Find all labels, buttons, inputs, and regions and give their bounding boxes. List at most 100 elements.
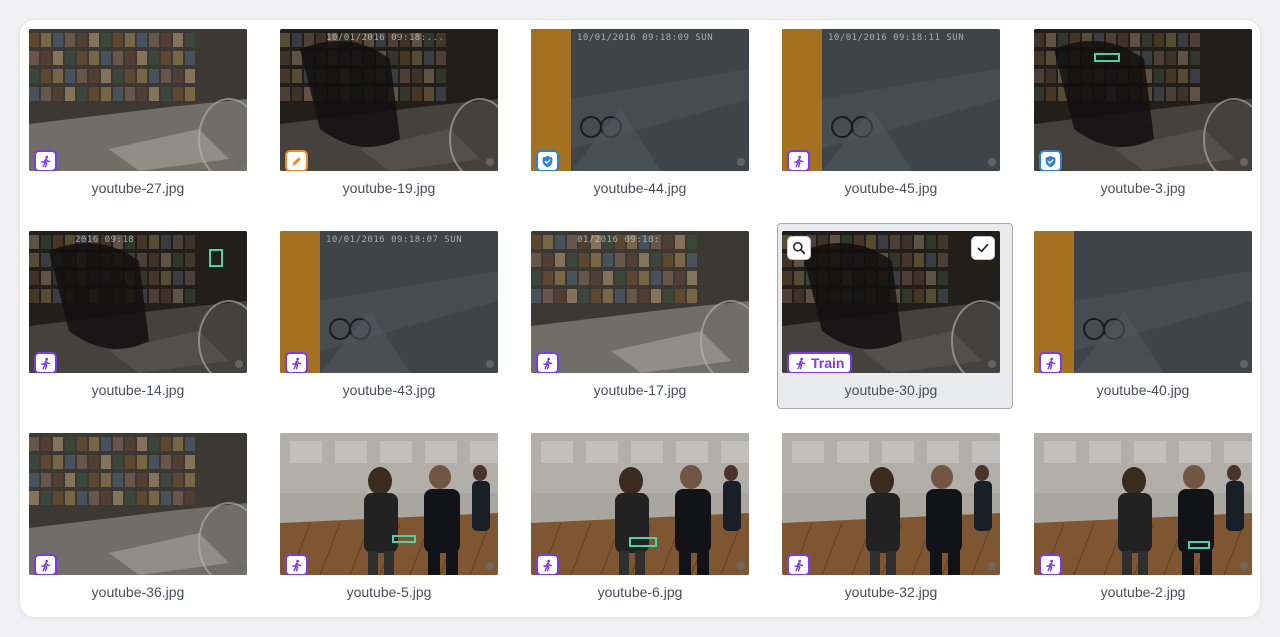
gallery-item[interactable]: Train youtube-30.jpg — [777, 223, 1013, 409]
gallery-item[interactable]: youtube-3.jpg — [1029, 21, 1260, 207]
gallery-item[interactable]: youtube-32.jpg — [777, 425, 1013, 611]
thumbnail-image[interactable] — [280, 433, 498, 575]
person-badge[interactable]: Train — [787, 352, 853, 373]
thumbnail-image[interactable]: 10/01/2016 09:18:... — [280, 29, 498, 171]
thumbnail-scene — [782, 433, 1000, 575]
annotation-bbox — [629, 537, 657, 547]
thumbnail-scene — [531, 29, 749, 171]
thumbnail-image[interactable] — [782, 433, 1000, 575]
gallery-item[interactable]: youtube-6.jpg — [526, 425, 762, 611]
camera-watermark-icon — [486, 562, 494, 570]
camera-watermark-icon — [1240, 562, 1248, 570]
thumbnail-image[interactable]: 01/2016 09:18: — [531, 231, 749, 373]
running-person-icon — [792, 559, 805, 572]
thumbnail-scene — [29, 433, 247, 575]
gallery-item[interactable]: 01/2016 09:18: youtube-17.jpg — [526, 223, 762, 409]
thumbnail-image[interactable] — [1034, 433, 1252, 575]
file-name: youtube-32.jpg — [844, 584, 938, 600]
shield-badge[interactable] — [1039, 150, 1062, 171]
person-badge[interactable] — [536, 352, 559, 373]
thumbnail-scene — [29, 29, 247, 171]
gallery-item[interactable]: 10/01/2016 09:18:... youtube-19.jpg — [275, 21, 511, 207]
gallery-item[interactable]: youtube-5.jpg — [275, 425, 511, 611]
thumbnail-scene — [782, 29, 1000, 171]
camera-watermark-icon — [235, 360, 243, 368]
timestamp-overlay: 2016 09:18 — [75, 235, 135, 245]
checkmark-icon — [977, 244, 989, 253]
edit-badge[interactable] — [285, 150, 308, 171]
gallery-item[interactable]: youtube-27.jpg — [24, 21, 260, 207]
thumbnail-image[interactable]: 10/01/2016 09:18:09 SUN — [531, 29, 749, 171]
running-person-icon — [39, 357, 52, 370]
file-name: youtube-43.jpg — [342, 382, 436, 398]
thumbnail-image[interactable]: Train — [782, 231, 1000, 373]
person-badge[interactable] — [536, 554, 559, 575]
thumbnail-image[interactable] — [29, 29, 247, 171]
annotation-bbox — [209, 249, 223, 267]
file-name: youtube-45.jpg — [844, 180, 938, 196]
thumbnail-image[interactable]: 10/01/2016 09:18:07 SUN — [280, 231, 498, 373]
file-name: youtube-36.jpg — [91, 584, 185, 600]
thumbnail-image[interactable] — [1034, 29, 1252, 171]
thumbnail-scene — [1034, 231, 1252, 373]
camera-watermark-icon — [1240, 158, 1248, 166]
person-badge[interactable] — [1039, 352, 1062, 373]
camera-watermark-icon — [235, 562, 243, 570]
gallery-item[interactable]: 10/01/2016 09:18:09 SUN youtube-44.jpg — [526, 21, 762, 207]
gallery-item[interactable]: 10/01/2016 09:18:11 SUN youtube-45.jpg — [777, 21, 1013, 207]
person-badge[interactable] — [34, 554, 57, 575]
file-name: youtube-14.jpg — [91, 382, 185, 398]
file-name: youtube-5.jpg — [346, 584, 432, 600]
pencil-icon — [290, 155, 303, 168]
zoom-button[interactable] — [787, 236, 811, 260]
image-gallery: youtube-27.jpg 10/01/2016 09:18:... youtub… — [20, 20, 1260, 617]
thumbnail-image[interactable] — [1034, 231, 1252, 373]
gallery-item[interactable]: 2016 09:18 youtube-14.jpg — [24, 223, 260, 409]
annotation-bbox — [1094, 53, 1120, 62]
person-badge[interactable] — [1039, 554, 1062, 575]
person-badge[interactable] — [285, 554, 308, 575]
person-badge[interactable] — [34, 352, 57, 373]
shield-check-icon — [541, 155, 554, 168]
thumbnail-image[interactable]: 10/01/2016 09:18:11 SUN — [782, 29, 1000, 171]
camera-watermark-icon — [988, 158, 996, 166]
timestamp-overlay: 10/01/2016 09:18:07 SUN — [326, 235, 463, 245]
gallery-item[interactable]: youtube-2.jpg — [1029, 425, 1260, 611]
gallery-item[interactable]: 10/01/2016 09:18:07 SUN youtube-43.jpg — [275, 223, 511, 409]
thumbnail-image[interactable] — [29, 433, 247, 575]
magnifier-icon — [792, 241, 806, 255]
timestamp-overlay: 01/2016 09:18: — [577, 235, 660, 245]
thumbnail-image[interactable] — [531, 433, 749, 575]
person-badge[interactable] — [285, 352, 308, 373]
thumbnail-scene — [1034, 29, 1252, 171]
file-name: youtube-17.jpg — [593, 382, 687, 398]
annotation-bbox — [392, 535, 416, 543]
gallery-item[interactable]: youtube-36.jpg — [24, 425, 260, 611]
file-name: youtube-6.jpg — [597, 584, 683, 600]
select-checkbox[interactable] — [971, 236, 995, 260]
badge-label: Train — [811, 355, 845, 371]
file-name: youtube-30.jpg — [844, 382, 938, 398]
running-person-icon — [541, 357, 554, 370]
thumbnail-scene — [280, 231, 498, 373]
timestamp-overlay: 10/01/2016 09:18:11 SUN — [828, 33, 965, 43]
camera-watermark-icon — [235, 158, 243, 166]
file-name: youtube-40.jpg — [1096, 382, 1190, 398]
camera-watermark-icon — [486, 360, 494, 368]
person-badge[interactable] — [34, 150, 57, 171]
gallery-item[interactable]: youtube-40.jpg — [1029, 223, 1260, 409]
camera-watermark-icon — [988, 562, 996, 570]
timestamp-overlay: 10/01/2016 09:18:09 SUN — [577, 33, 714, 43]
person-badge[interactable] — [787, 554, 810, 575]
running-person-icon — [39, 559, 52, 572]
shield-badge[interactable] — [536, 150, 559, 171]
thumbnail-image[interactable]: 2016 09:18 — [29, 231, 247, 373]
running-person-icon — [39, 155, 52, 168]
thumbnail-scene — [531, 231, 749, 373]
person-badge[interactable] — [787, 150, 810, 171]
timestamp-overlay: 10/01/2016 09:18:... — [326, 33, 445, 43]
thumbnail-scene — [1034, 433, 1252, 575]
running-person-icon — [1044, 357, 1057, 370]
camera-watermark-icon — [737, 562, 745, 570]
camera-watermark-icon — [737, 158, 745, 166]
